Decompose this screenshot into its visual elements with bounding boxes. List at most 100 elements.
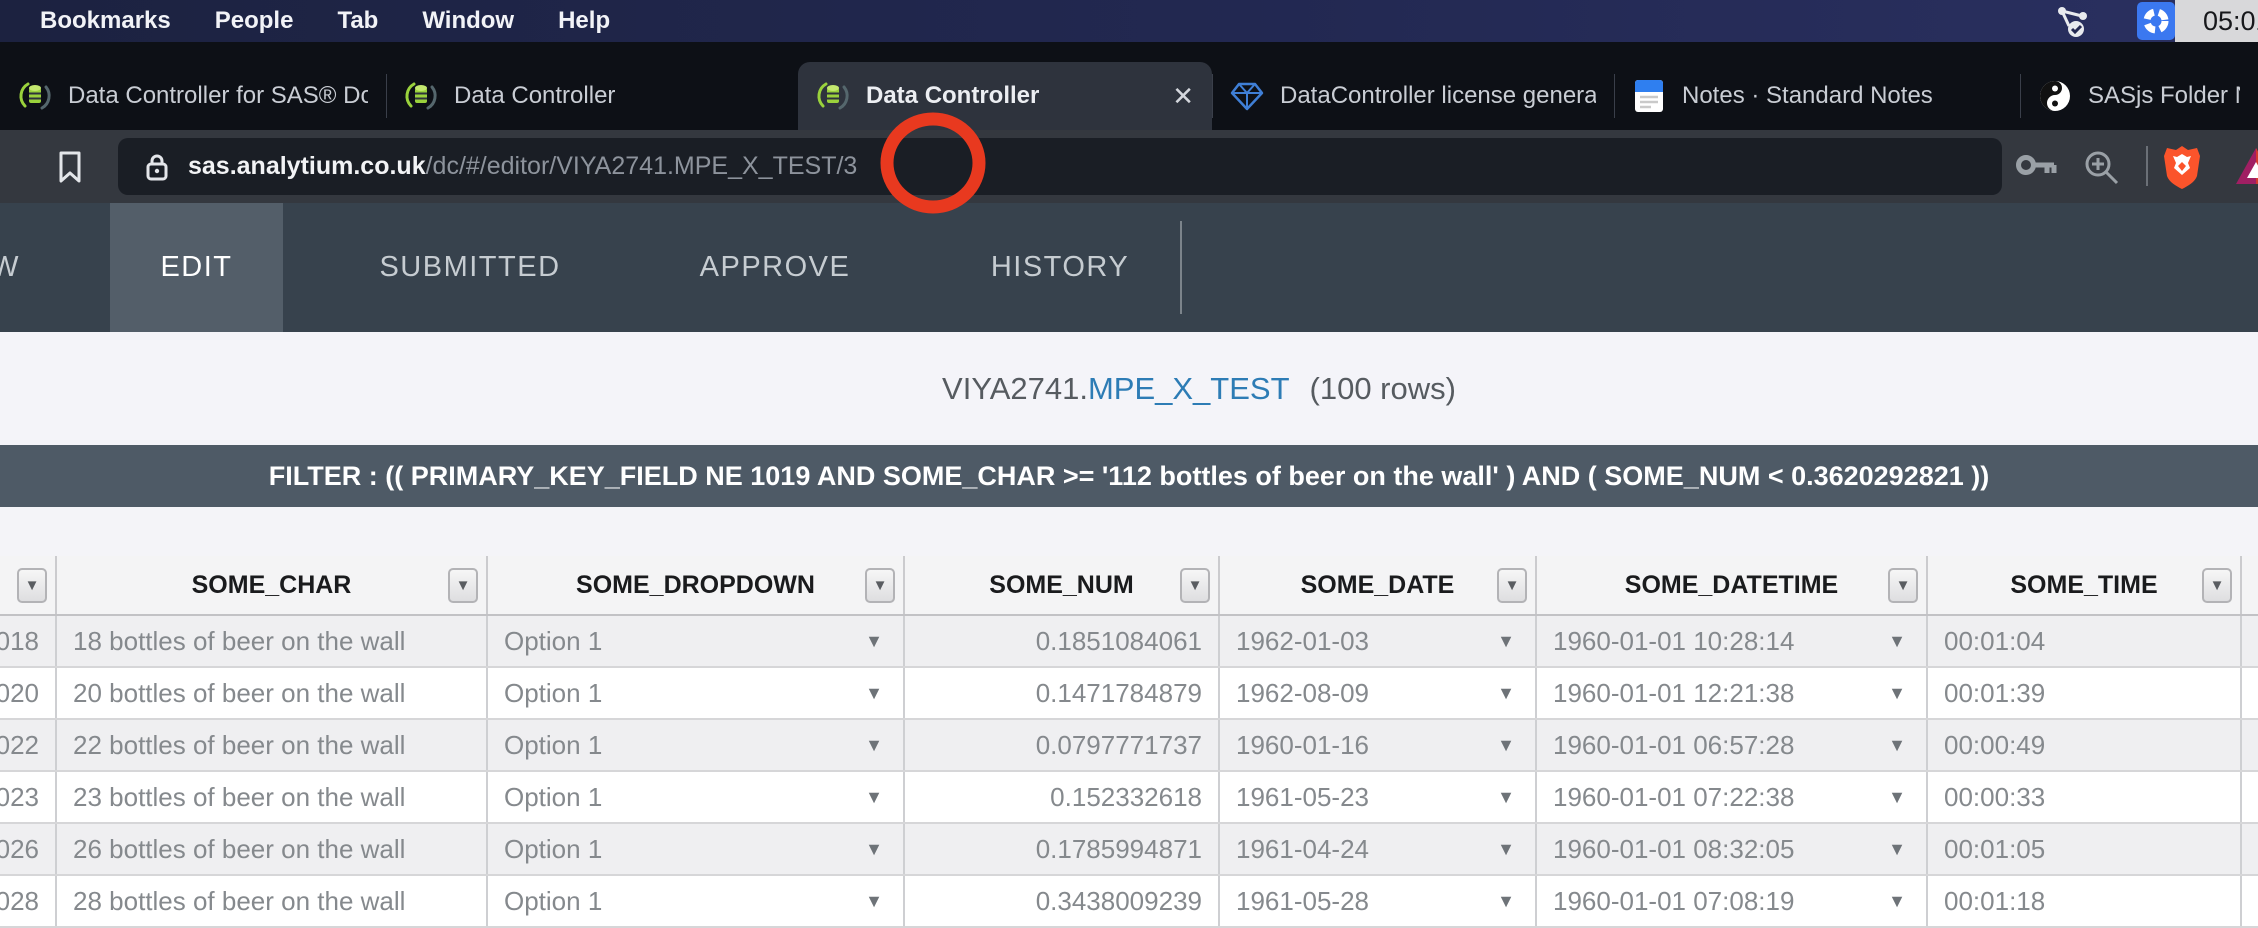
cell-dropdown[interactable]: Option 1▼ (488, 720, 905, 770)
table-name[interactable]: MPE_X_TEST (1088, 371, 1290, 407)
cell-dropdown[interactable]: Option 1▼ (488, 616, 905, 666)
url-field[interactable]: sas.analytium.co.uk/dc/#/editor/VIYA2741… (118, 138, 2002, 195)
table-row: 02222 bottles of beer on the wallOption … (0, 720, 2258, 772)
cell-dropdown-icon[interactable]: ▼ (1888, 839, 1906, 860)
cell-value: 1960-01-01 12:21:38 (1553, 678, 1794, 709)
cell-dropdown-icon[interactable]: ▼ (865, 839, 883, 860)
cell-value: 1961-05-28 (1236, 886, 1369, 917)
column-header-label: SOME_DROPDOWN (576, 571, 815, 600)
bat-token-icon[interactable] (2234, 146, 2258, 191)
cell-datetime[interactable]: 1960-01-01 06:57:28▼ (1537, 720, 1928, 770)
cell-sliver (2242, 720, 2258, 770)
cell-datetime[interactable]: 1960-01-01 07:08:19▼ (1537, 876, 1928, 926)
cell-key: 026 (0, 824, 57, 874)
bookmark-icon[interactable] (56, 150, 84, 189)
nav-tab-label: SUBMITTED (379, 251, 560, 284)
cell-dropdown-icon[interactable]: ▼ (1888, 683, 1906, 704)
cell-sliver (2242, 616, 2258, 666)
browser-tab-5[interactable]: SASjs Folder Na (2020, 62, 2258, 130)
cell-dropdown[interactable]: Option 1 ▼ (488, 824, 905, 874)
menubar-item-help[interactable]: Help (558, 7, 610, 35)
cell-value: 1960-01-01 10:28:14 (1553, 626, 1794, 657)
menubar-item-window[interactable]: Window (422, 7, 514, 35)
cell-datetime[interactable]: 1960-01-01 07:22:38▼ (1537, 772, 1928, 822)
cell-char: 20 bottles of beer on the wall (57, 668, 488, 718)
share-status-icon[interactable] (2052, 2, 2094, 47)
cell-dropdown-icon[interactable]: ▼ (1888, 891, 1906, 912)
cell-value: Option 1 (504, 782, 602, 813)
cell-dropdown-icon[interactable]: ▼ (1497, 735, 1515, 756)
column-filter-button[interactable]: ▼ (17, 568, 47, 603)
table-row: 01818 bottles of beer on the wallOption … (0, 616, 2258, 668)
cell-date[interactable]: 1962-01-03▼ (1220, 616, 1537, 666)
column-filter-button[interactable]: ▼ (865, 568, 895, 603)
browser-tab-2[interactable]: Data Controller✕ (798, 62, 1212, 130)
cell-date[interactable]: 1960-01-16▼ (1220, 720, 1537, 770)
cell-value: 026 (0, 834, 39, 865)
browser-tab-1[interactable]: Data Controller (386, 62, 798, 130)
browser-tab-3[interactable]: DataController license genera (1212, 62, 1614, 130)
cell-time: 00:01:18 (1928, 876, 2242, 926)
cell-key: 028 (0, 876, 57, 926)
column-header-label: SOME_TIME (2010, 571, 2157, 600)
cell-dropdown-icon[interactable]: ▼ (1888, 631, 1906, 652)
cell-value: 0.1785994871 (1036, 834, 1202, 865)
cell-date[interactable]: 1962-08-09▼ (1220, 668, 1537, 718)
column-filter-button[interactable]: ▼ (1180, 568, 1210, 603)
cell-dropdown-icon[interactable]: ▼ (865, 631, 883, 652)
cell-dropdown-icon[interactable]: ▼ (1497, 891, 1515, 912)
nav-tab-edit[interactable]: EDIT (110, 203, 283, 332)
cell-value: 028 (0, 886, 39, 917)
column-header-sliver (2242, 556, 2258, 614)
cell-datetime[interactable]: 1960-01-01 10:28:14 ▼ (1537, 616, 1928, 666)
browser-tab-4[interactable]: Notes · Standard Notes (1614, 62, 2020, 130)
nav-tab-label: VIEW (0, 251, 20, 284)
cell-date[interactable]: 1961-05-28 ▼ (1220, 876, 1537, 926)
browser-tab-0[interactable]: Data Controller for SAS® Docu (0, 62, 386, 130)
cell-dropdown-icon[interactable]: ▼ (1888, 735, 1906, 756)
brave-shield-icon[interactable] (2162, 144, 2202, 195)
cell-dropdown-icon[interactable]: ▼ (865, 787, 883, 808)
cell-value: 1961-05-23 (1236, 782, 1369, 813)
password-key-icon[interactable] (2014, 148, 2060, 189)
cell-dropdown[interactable]: Option 1▼ (488, 668, 905, 718)
nav-tab-submitted[interactable]: SUBMITTED (355, 203, 585, 332)
column-filter-button[interactable]: ▼ (448, 568, 478, 603)
cell-dropdown-icon[interactable]: ▼ (865, 683, 883, 704)
column-filter-button[interactable]: ▼ (2202, 568, 2232, 603)
menubar-item-bookmarks[interactable]: Bookmarks (40, 7, 171, 35)
cell-dropdown[interactable]: Option 1 ▼ (488, 772, 905, 822)
cell-sliver (2242, 668, 2258, 718)
menubar-item-tab[interactable]: Tab (337, 7, 378, 35)
cell-dropdown-icon[interactable]: ▼ (1497, 787, 1515, 808)
browser-tab-title: Data Controller for SAS® Docu (68, 82, 368, 110)
cell-sliver (2242, 876, 2258, 926)
cell-value: 00:01:04 (1944, 626, 2045, 657)
nav-tab-view[interactable]: VIEW (0, 203, 26, 332)
browser-tab-strip: Data Controller for SAS® Docu Data Contro… (0, 42, 2258, 130)
cell-dropdown[interactable]: Option 1▼ (488, 876, 905, 926)
cell-date[interactable]: 1961-04-24▼ (1220, 824, 1537, 874)
zoom-in-icon[interactable] (2082, 148, 2122, 193)
cell-date[interactable]: 1961-05-23 ▼ (1220, 772, 1537, 822)
cell-dropdown-icon[interactable]: ▼ (865, 891, 883, 912)
cell-value: Option 1 (504, 834, 602, 865)
cell-time: 00:00:33 (1928, 772, 2242, 822)
cell-dropdown-icon[interactable]: ▼ (1497, 839, 1515, 860)
screen-share-app-icon[interactable] (2137, 2, 2175, 40)
nav-tab-approve[interactable]: APPROVE (660, 203, 890, 332)
cell-dropdown-icon[interactable]: ▼ (1497, 631, 1515, 652)
cell-dropdown-icon[interactable]: ▼ (1497, 683, 1515, 704)
cell-char: 28 bottles of beer on the wall (57, 876, 488, 926)
tab-close-icon[interactable]: ✕ (1158, 81, 1194, 112)
cell-datetime[interactable]: 1960-01-01 12:21:38 ▼ (1537, 668, 1928, 718)
cell-dropdown-icon[interactable]: ▼ (1888, 787, 1906, 808)
column-filter-button[interactable]: ▼ (1497, 568, 1527, 603)
cell-dropdown-icon[interactable]: ▼ (865, 735, 883, 756)
nav-tab-label: HISTORY (991, 251, 1129, 284)
column-filter-button[interactable]: ▼ (1888, 568, 1918, 603)
lock-icon[interactable] (144, 152, 170, 182)
menubar-item-people[interactable]: People (215, 7, 294, 35)
nav-tab-history[interactable]: HISTORY (945, 203, 1175, 332)
cell-datetime[interactable]: 1960-01-01 08:32:05▼ (1537, 824, 1928, 874)
